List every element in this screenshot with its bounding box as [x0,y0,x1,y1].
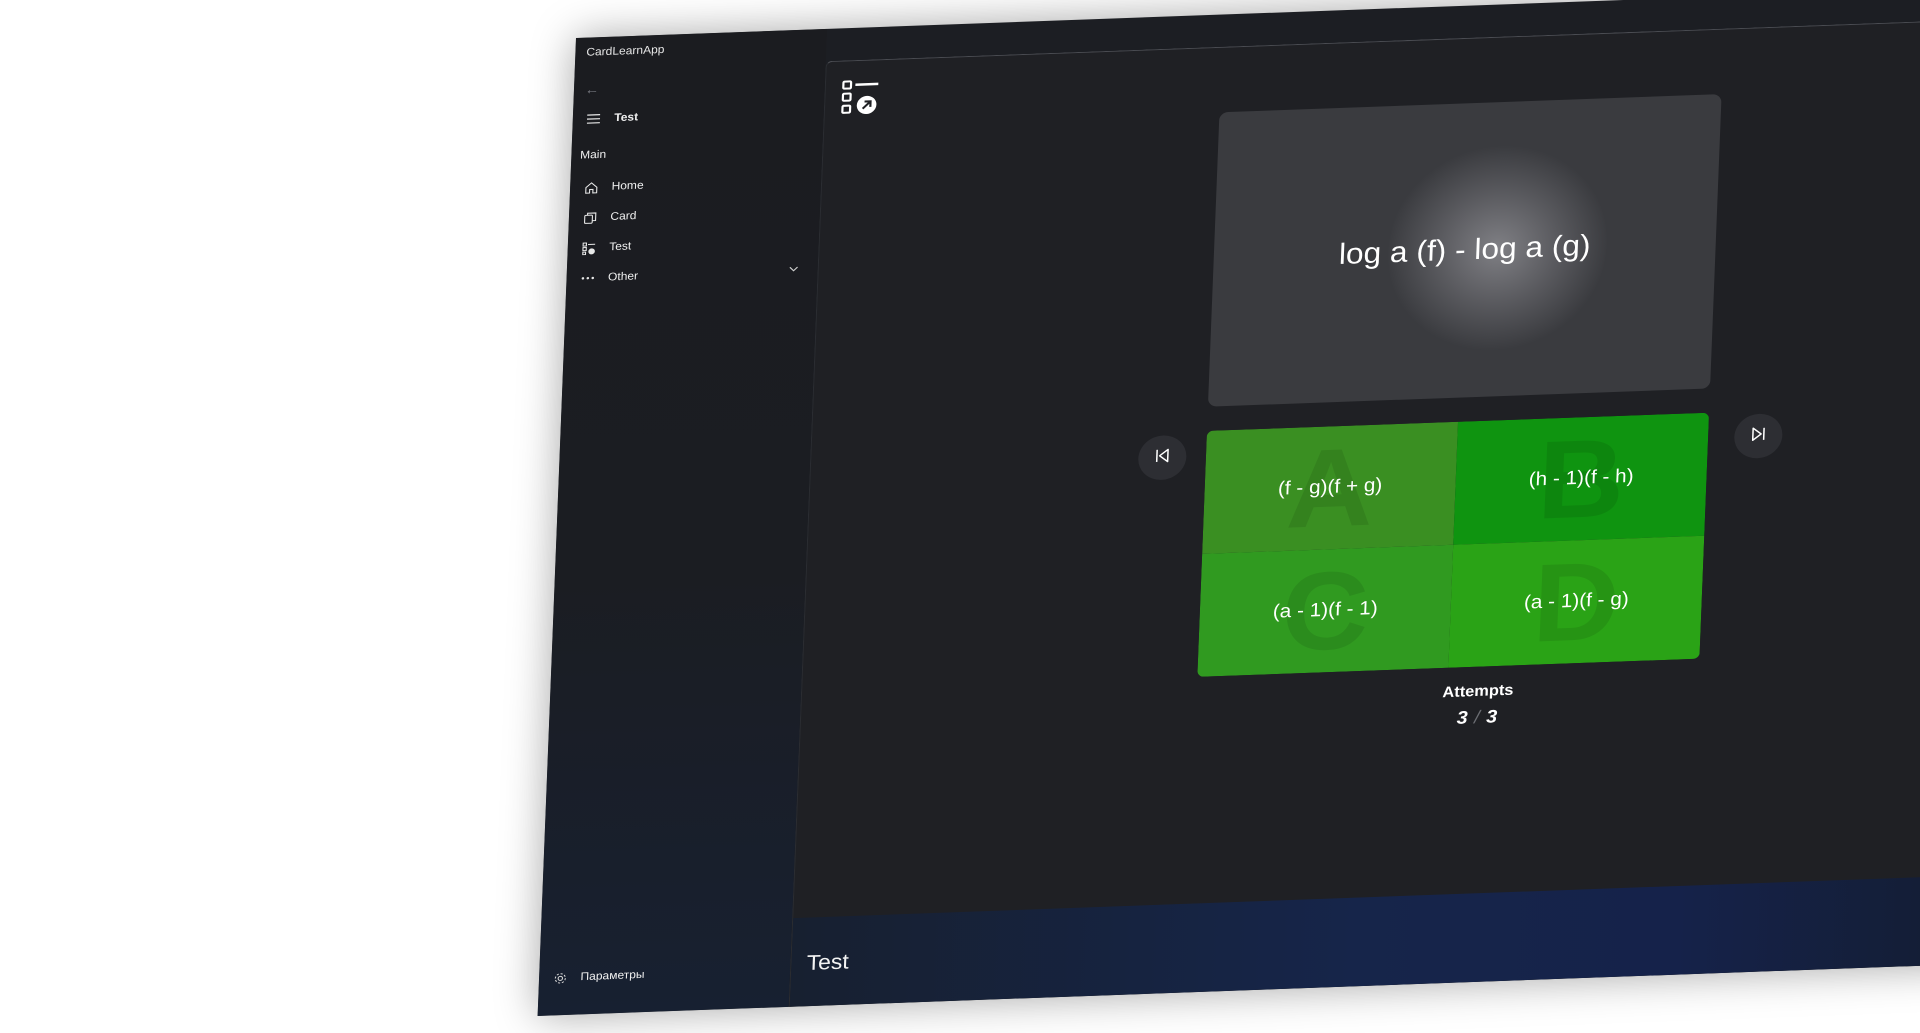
nav-header-toggle[interactable]: Test [577,96,816,135]
gear-icon [550,970,570,985]
answer-option-a[interactable]: A (f - g)(f + g) [1202,421,1459,554]
attempts-current: 3 [1456,707,1469,728]
answer-text: (f - g)(f + g) [1277,474,1383,500]
app-window: ← Test Main Home Card Test Other Парамет… [537,0,1920,1016]
question-text: log a (f) - log a (g) [1338,229,1592,271]
answer-grid: A (f - g)(f + g) B (h - 1)(f - h) C (a -… [1197,412,1710,677]
chevron-down-icon[interactable] [789,264,798,274]
sidebar-item-label: Home [611,179,644,193]
page-footer: Test [789,872,1920,1007]
more-icon [577,271,597,286]
test-list-icon [840,78,881,123]
attempts-counter: 3/3 [1411,705,1543,731]
hamburger-icon [583,111,603,126]
answer-text: (h - 1)(f - h) [1528,465,1635,491]
nav-header-label: Test [614,111,639,125]
home-icon [581,180,601,195]
previous-button[interactable] [1137,434,1188,481]
skip-next-icon [1749,425,1767,447]
sidebar-item-label: Other [607,270,639,284]
answer-option-b[interactable]: B (h - 1)(f - h) [1453,412,1710,545]
answer-option-c[interactable]: C (a - 1)(f - 1) [1197,544,1454,677]
answer-option-d[interactable]: D (a - 1)(f - g) [1448,535,1705,668]
skip-previous-icon [1153,447,1171,469]
attempts-total: 3 [1485,706,1498,727]
answer-text: (a - 1)(f - 1) [1272,597,1379,623]
sidebar-item-label: Параметры [580,968,645,984]
navigation-pane: ← Test Main Home Card Test Other Парамет… [537,28,828,1016]
sidebar-item-settings[interactable]: Параметры [543,955,782,994]
cards-icon [580,210,600,225]
nav-section-main: Main [579,148,607,162]
question-card: log a (f) - log a (g) [1207,94,1722,407]
answer-text: (a - 1)(f - g) [1523,588,1630,614]
page-title: Test [806,950,850,975]
back-button[interactable]: ← [585,81,600,97]
next-button[interactable] [1733,413,1784,460]
test-list-icon [578,241,598,256]
arrow-left-icon: ← [584,81,600,98]
app-title: CardLearnApp [586,43,665,59]
sidebar-item-label: Test [608,240,632,254]
sidebar-item-label: Card [610,209,637,224]
attempts-separator: / [1473,706,1481,728]
attempts-label: Attempts [1442,681,1514,702]
content-frame: log a (f) - log a (g) A (f - g)(f + g) B… [788,15,1920,1007]
